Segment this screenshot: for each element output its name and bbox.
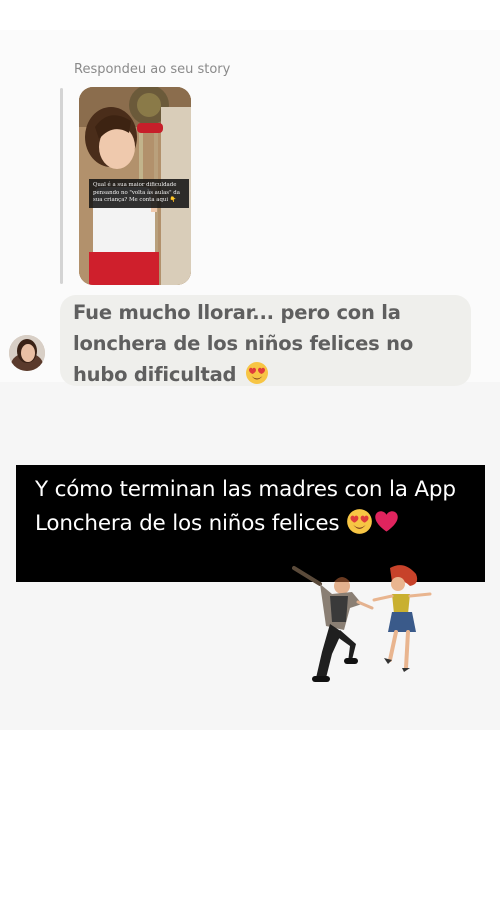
heart-eyes-emoji-icon (346, 508, 373, 546)
avatar[interactable] (9, 335, 45, 371)
message-text: Fue mucho llorar... pero con la lonchera… (73, 297, 456, 394)
bottom-area (0, 730, 500, 900)
dancing-couple-illustration (292, 560, 442, 688)
story-thumbnail[interactable]: Qual é a sua maior dificuldade pensando … (79, 87, 191, 285)
story-caption: Qual é a sua maior dificuldade pensando … (89, 179, 189, 208)
avatar-photo (9, 335, 45, 371)
heart-eyes-emoji-icon (245, 361, 269, 394)
story-reply-label: Respondeu ao seu story (74, 62, 231, 77)
top-band (0, 0, 500, 30)
red-heart-icon (373, 508, 400, 546)
quote-bar (60, 88, 63, 284)
message-bubble: Fue mucho llorar... pero con la lonchera… (60, 295, 471, 386)
banner-text: Y cómo terminan las madres con la App Lo… (35, 473, 485, 546)
message-text-content: Fue mucho llorar... pero con la lonchera… (73, 301, 414, 386)
